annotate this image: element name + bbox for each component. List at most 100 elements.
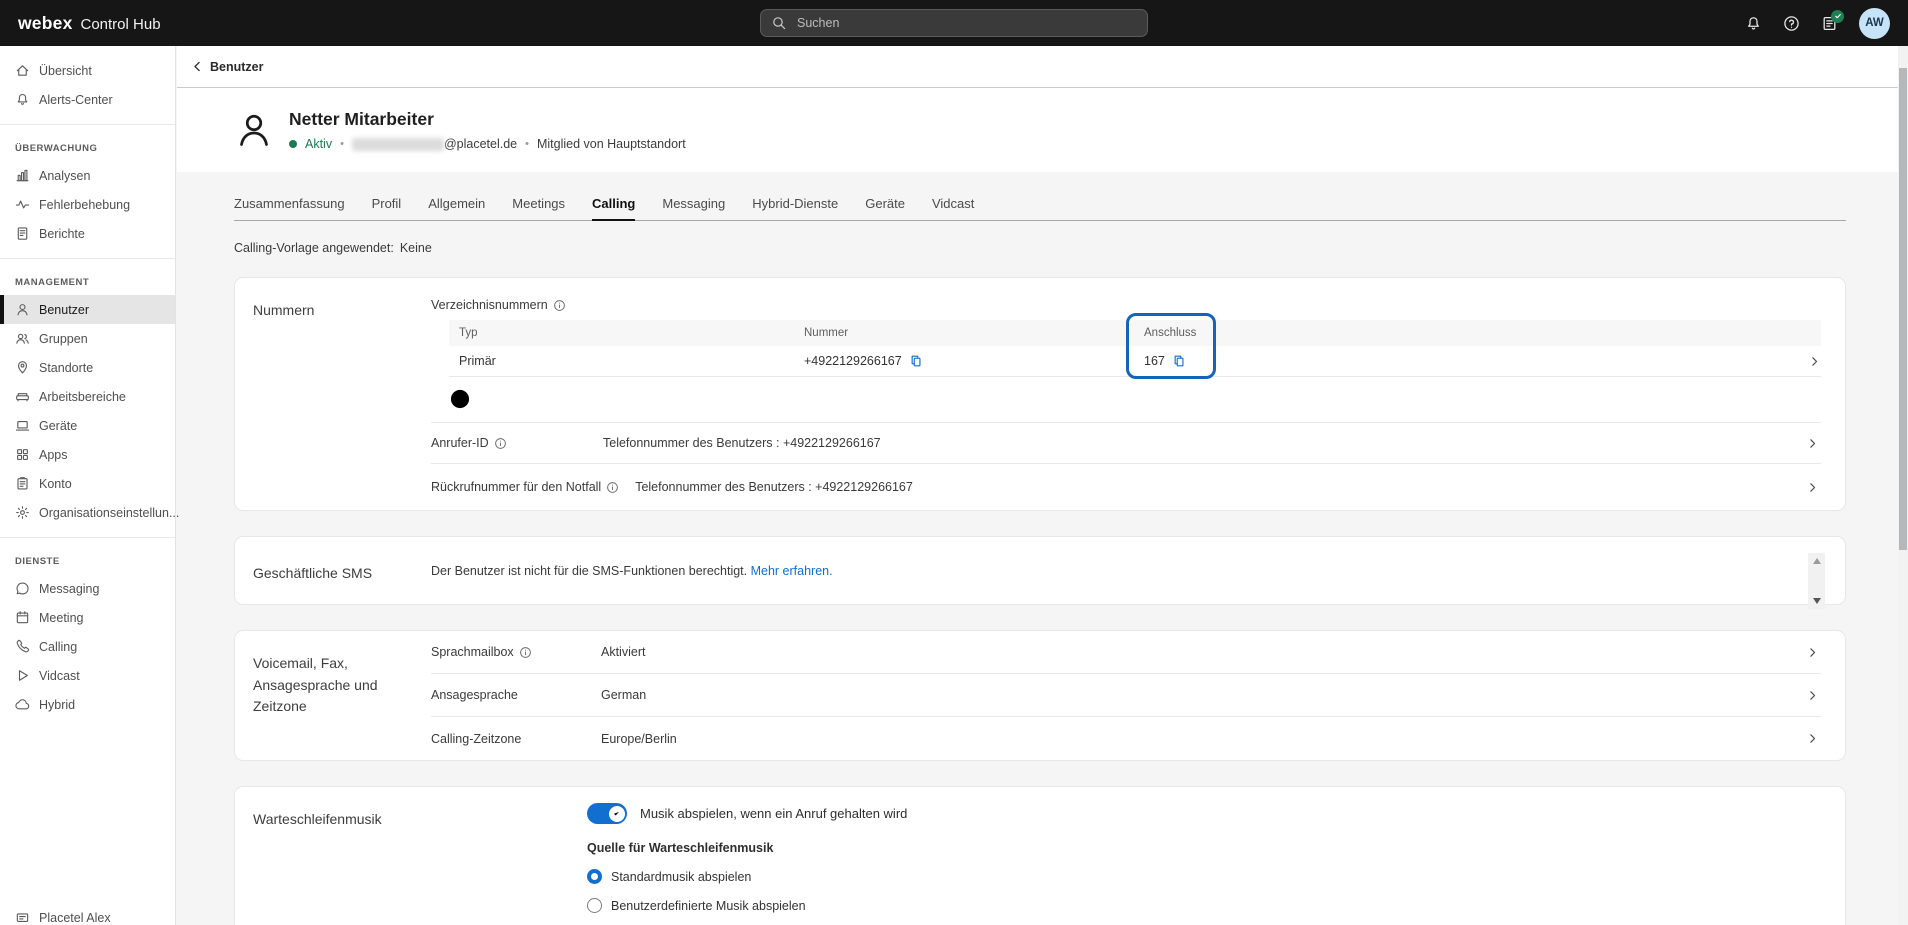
toggle-check-icon xyxy=(609,806,625,822)
sidebar-item-arbeitsbereiche[interactable]: Arbeitsbereiche xyxy=(0,382,175,411)
scroll-up-icon[interactable] xyxy=(1813,558,1821,564)
tab-ger-te[interactable]: Geräte xyxy=(865,196,905,220)
moh-source-label: Quelle für Warteschleifenmusik xyxy=(587,841,1821,855)
radio-button-icon[interactable] xyxy=(587,898,602,913)
chevron-right-icon[interactable] xyxy=(1806,646,1819,659)
calling-template-label: Calling-Vorlage angewendet: xyxy=(234,241,394,255)
breadcrumb-back[interactable]: Benutzer xyxy=(191,60,263,74)
sidebar-item-calling[interactable]: Calling xyxy=(0,632,175,661)
play-icon xyxy=(15,668,30,683)
caller-id-row[interactable]: Anrufer-ID Telefonnummer des Benutzers :… xyxy=(431,423,1821,463)
pin-icon xyxy=(15,360,30,375)
chevron-right-icon[interactable] xyxy=(1806,732,1819,745)
tab-hybrid-dienste[interactable]: Hybrid-Dienste xyxy=(752,196,838,220)
sidebar-item-fehlerbehebung[interactable]: Fehlerbehebung xyxy=(0,190,175,219)
radio-standardmusik-abspielen[interactable]: Standardmusik abspielen xyxy=(587,869,1821,884)
separator: • xyxy=(340,138,344,150)
sidebar-item-label: Analysen xyxy=(39,169,90,183)
sidebar-item-apps[interactable]: Apps xyxy=(0,440,175,469)
tab-calling[interactable]: Calling xyxy=(592,196,635,220)
status-badge: Aktiv xyxy=(305,137,332,151)
tasklist-check-icon[interactable] xyxy=(1821,15,1838,32)
sidebar-item-benutzer[interactable]: Benutzer xyxy=(0,295,175,324)
numbers-card: Nummern Verzeichnisnummern Typ Nummer An… xyxy=(234,277,1846,511)
directory-numbers-table: Typ Nummer Anschluss Primär +49221292661… xyxy=(449,320,1821,377)
row-label: Calling-Zeitzone xyxy=(431,732,521,746)
user-avatar-button[interactable]: AW xyxy=(1859,8,1890,39)
sidebar-item-gruppen[interactable]: Gruppen xyxy=(0,324,175,353)
help-icon[interactable] xyxy=(1783,15,1800,32)
tab-profil[interactable]: Profil xyxy=(372,196,402,220)
sidebar-item-placetel-alex[interactable]: Placetel Alex xyxy=(0,903,175,925)
radio-label: Standardmusik abspielen xyxy=(611,870,751,884)
column-header-anschluss: Anschluss xyxy=(1134,327,1785,339)
sidebar-item-label: Fehlerbehebung xyxy=(39,198,130,212)
calendar-icon xyxy=(15,610,30,625)
scroll-down-icon[interactable] xyxy=(1813,598,1821,604)
radio-button-icon[interactable] xyxy=(587,869,602,884)
people-icon xyxy=(15,331,30,346)
chevron-right-icon[interactable] xyxy=(1808,355,1821,368)
sidebar-item-analysen[interactable]: Analysen xyxy=(0,161,175,190)
chevron-right-icon[interactable] xyxy=(1806,689,1819,702)
sidebar-item-organisationseinstellun[interactable]: Organisationseinstellun... xyxy=(0,498,175,527)
search-icon xyxy=(771,15,787,31)
info-icon[interactable] xyxy=(494,437,507,450)
sidebar-nav: ÜbersichtAlerts-CenterÜBERWACHUNGAnalyse… xyxy=(0,46,176,925)
voicemail-row-calling-zeitzone[interactable]: Calling-Zeitzone Europe/Berlin xyxy=(431,717,1821,760)
voicemail-row-ansagesprache[interactable]: Ansagesprache German xyxy=(431,674,1821,717)
notifications-bell-icon[interactable] xyxy=(1745,15,1762,32)
sidebar-item-berichte[interactable]: Berichte xyxy=(0,219,175,248)
search-input[interactable] xyxy=(797,16,1137,30)
sidebar-item-label: Berichte xyxy=(39,227,85,241)
webex-logo[interactable]: webex Control Hub xyxy=(18,13,161,34)
clipboard-icon xyxy=(15,476,30,491)
sidebar-item-meeting[interactable]: Meeting xyxy=(0,603,175,632)
apps-icon xyxy=(15,447,30,462)
scrollbar-thumb[interactable] xyxy=(1899,68,1907,550)
sidebar-item-bersicht[interactable]: Übersicht xyxy=(0,56,175,85)
emergency-callback-row[interactable]: Rückrufnummer für den Notfall Telefonnum… xyxy=(431,464,1821,510)
radio-benutzerdefinierte-musik-abspielen[interactable]: Benutzerdefinierte Musik abspielen xyxy=(587,898,1821,913)
back-chevron-icon xyxy=(191,60,204,73)
page-scrollbar[interactable] xyxy=(1898,46,1908,925)
info-icon[interactable] xyxy=(519,646,532,659)
copy-extension-icon[interactable] xyxy=(1172,354,1186,368)
table-row-primary-number[interactable]: Primär +4922129266167 167 xyxy=(449,346,1821,377)
tab-meetings[interactable]: Meetings xyxy=(512,196,565,220)
learn-more-link[interactable]: Mehr erfahren. xyxy=(751,564,833,578)
tab-allgemein[interactable]: Allgemein xyxy=(428,196,485,220)
page-title-user-name: Netter Mitarbeiter xyxy=(289,109,686,130)
copy-number-icon[interactable] xyxy=(909,354,923,368)
sidebar-item-label: Apps xyxy=(39,448,68,462)
sidebar-item-konto[interactable]: Konto xyxy=(0,469,175,498)
sidebar-item-label: Arbeitsbereiche xyxy=(39,390,126,404)
info-icon[interactable] xyxy=(606,481,619,494)
global-search[interactable] xyxy=(760,9,1148,37)
analytics-icon xyxy=(15,168,30,183)
sidebar-item-alerts-center[interactable]: Alerts-Center xyxy=(0,85,175,114)
sidebar-item-ger-te[interactable]: Geräte xyxy=(0,411,175,440)
emergency-callback-value: Telefonnummer des Benutzers : +492212926… xyxy=(635,480,913,494)
chevron-right-icon[interactable] xyxy=(1806,437,1819,450)
tab-vidcast[interactable]: Vidcast xyxy=(932,196,974,220)
sidebar-item-vidcast[interactable]: Vidcast xyxy=(0,661,175,690)
chevron-right-icon[interactable] xyxy=(1806,481,1819,494)
sidebar-item-label: Standorte xyxy=(39,361,93,375)
voicemail-row-sprachmailbox[interactable]: Sprachmailbox Aktiviert xyxy=(431,631,1821,674)
user-detail-tabs: Zusammenfassung Profil Allgemein Meetings Ca… xyxy=(234,196,1846,221)
add-number-button[interactable] xyxy=(449,388,471,410)
info-icon[interactable] xyxy=(553,299,566,312)
moh-toggle[interactable] xyxy=(587,803,627,824)
top-bar: webex Control Hub AW xyxy=(0,0,1908,46)
tab-zusammenfassung[interactable]: Zusammenfassung xyxy=(234,196,345,220)
tab-messaging[interactable]: Messaging xyxy=(662,196,725,220)
voicemail-card: Voicemail, Fax, Ansagesprache und Zeitzo… xyxy=(234,630,1846,761)
sidebar-item-standorte[interactable]: Standorte xyxy=(0,353,175,382)
sidebar-item-messaging[interactable]: Messaging xyxy=(0,574,175,603)
pbx-icon xyxy=(15,910,30,925)
moh-toggle-label: Musik abspielen, wenn ein Anruf gehalten… xyxy=(640,806,907,821)
cell-typ: Primär xyxy=(449,354,794,368)
mini-scrollbar[interactable] xyxy=(1808,553,1825,609)
sidebar-item-hybrid[interactable]: Hybrid xyxy=(0,690,175,719)
